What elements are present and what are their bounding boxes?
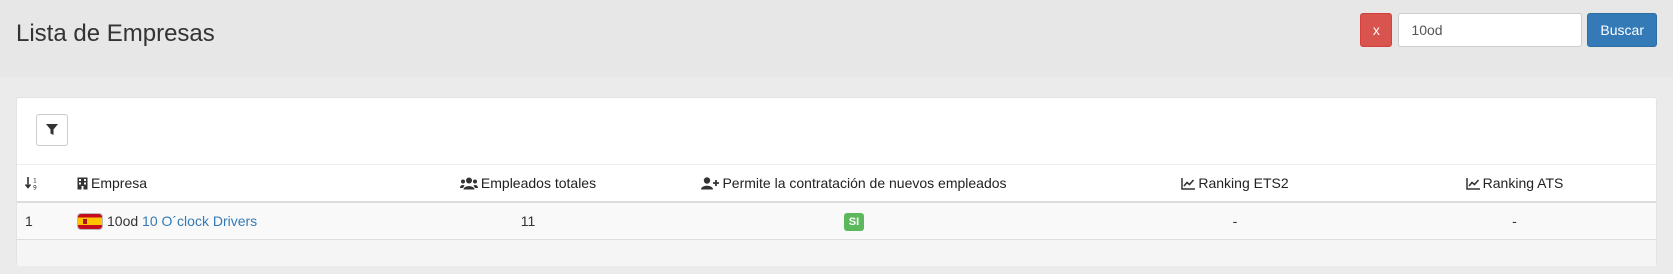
table-footer-row bbox=[17, 239, 1656, 266]
column-header-ranking-ets2[interactable]: Ranking ETS2 bbox=[1097, 164, 1373, 203]
line-chart-icon bbox=[1465, 178, 1480, 190]
spain-flag-icon bbox=[77, 212, 103, 230]
line-chart-icon bbox=[1181, 178, 1196, 190]
svg-text:1: 1 bbox=[33, 178, 37, 185]
column-header-empleados[interactable]: Empleados totales bbox=[445, 164, 611, 203]
column-label-ranking-ets2: Ranking ETS2 bbox=[1198, 175, 1289, 191]
search-input[interactable] bbox=[1398, 13, 1583, 47]
table-header-row: 1 9 Empresa Empleados totales Permite la… bbox=[17, 164, 1656, 203]
filter-button[interactable] bbox=[36, 114, 68, 146]
row-ranking-ets2: - bbox=[1097, 202, 1373, 240]
company-tag: 10od bbox=[107, 212, 139, 229]
clear-search-button[interactable]: x bbox=[1360, 13, 1393, 47]
column-label-ranking-ats: Ranking ATS bbox=[1482, 175, 1564, 191]
table-footer-cell bbox=[17, 239, 1656, 266]
column-label-empleados: Empleados totales bbox=[480, 175, 597, 191]
row-hiring: SI bbox=[611, 202, 1097, 240]
filter-icon bbox=[46, 124, 58, 135]
hiring-status-badge: SI bbox=[843, 212, 865, 231]
sort-column-header[interactable]: 1 9 bbox=[17, 164, 69, 203]
company-name-link[interactable]: 10 O´clock Drivers bbox=[142, 213, 257, 229]
companies-panel: 1 9 Empresa Empleados totales Permite la… bbox=[16, 97, 1657, 266]
page-title: Lista de Empresas bbox=[16, 20, 215, 47]
column-header-contratacion[interactable]: Permite la contratación de nuevos emplea… bbox=[611, 164, 1097, 203]
users-icon bbox=[459, 177, 478, 190]
building-icon bbox=[77, 177, 88, 190]
svg-text:9: 9 bbox=[33, 185, 37, 191]
table-row: 1 10od 10 O´clock Drivers 11 SI - - bbox=[17, 202, 1656, 240]
column-header-ranking-ats[interactable]: Ranking ATS bbox=[1373, 164, 1656, 203]
column-label-contratacion: Permite la contratación de nuevos emplea… bbox=[722, 175, 1007, 191]
column-header-empresa[interactable]: Empresa bbox=[69, 164, 445, 203]
companies-table: 1 9 Empresa Empleados totales Permite la… bbox=[17, 164, 1656, 266]
row-ranking-ats: - bbox=[1373, 202, 1656, 240]
row-rank: 1 bbox=[17, 202, 69, 240]
column-label-empresa: Empresa bbox=[91, 175, 148, 191]
top-bar: Lista de Empresas x Buscar bbox=[0, 0, 1673, 77]
user-plus-icon bbox=[701, 177, 720, 190]
row-company: 10od 10 O´clock Drivers bbox=[69, 202, 445, 240]
search-button[interactable]: Buscar bbox=[1587, 13, 1657, 47]
row-employees: 11 bbox=[445, 202, 611, 240]
search-group: x Buscar bbox=[1360, 13, 1657, 47]
sort-numeric-icon: 1 9 bbox=[25, 177, 37, 191]
